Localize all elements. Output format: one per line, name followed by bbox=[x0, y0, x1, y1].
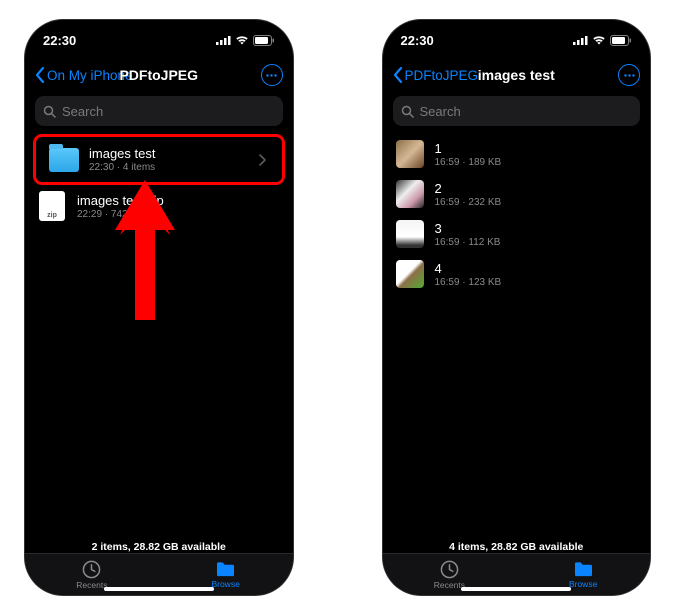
status-time: 22:30 bbox=[43, 33, 76, 48]
list-item[interactable]: 4 16:59 · 123 KB bbox=[383, 254, 651, 294]
search-icon bbox=[43, 105, 56, 118]
tab-label: Browse bbox=[569, 579, 597, 589]
battery-icon bbox=[253, 35, 275, 46]
item-sub: 22:29 · 742 KB bbox=[77, 209, 281, 220]
row-text: images test.zip 22:29 · 742 KB bbox=[77, 193, 281, 220]
search-placeholder: Search bbox=[420, 104, 461, 119]
phone-left: 22:30 On My iPhone PDFtoJPEG Search imag… bbox=[25, 20, 293, 595]
item-name: images test.zip bbox=[77, 193, 281, 208]
notch bbox=[96, 20, 221, 46]
list-item[interactable]: 1 16:59 · 189 KB bbox=[383, 134, 651, 174]
footer-status: 4 items, 28.82 GB available bbox=[383, 541, 651, 553]
list-item[interactable]: 2 16:59 · 232 KB bbox=[383, 174, 651, 214]
file-list: images test 22:30 · 4 items zip images t… bbox=[25, 134, 293, 227]
list-item-folder[interactable]: images test 22:30 · 4 items bbox=[37, 140, 278, 179]
item-name: 2 bbox=[435, 181, 639, 196]
tab-label: Browse bbox=[211, 579, 239, 589]
search-placeholder: Search bbox=[62, 104, 103, 119]
home-indicator[interactable] bbox=[104, 587, 214, 591]
nav-bar: PDFtoJPEG images test bbox=[383, 60, 651, 92]
chevron-right-icon bbox=[259, 154, 266, 166]
item-name: 3 bbox=[435, 221, 639, 236]
status-time: 22:30 bbox=[401, 33, 434, 48]
nav-bar: On My iPhone PDFtoJPEG bbox=[25, 60, 293, 92]
battery-icon bbox=[610, 35, 632, 46]
nav-title: images test bbox=[478, 67, 555, 83]
image-thumbnail bbox=[396, 140, 424, 168]
folder-icon bbox=[49, 148, 79, 172]
image-thumbnail bbox=[396, 180, 424, 208]
notch bbox=[454, 20, 579, 46]
list-item-zip[interactable]: zip images test.zip 22:29 · 742 KB bbox=[25, 185, 293, 227]
highlight-box: images test 22:30 · 4 items bbox=[33, 134, 285, 185]
row-text: 3 16:59 · 112 KB bbox=[435, 221, 639, 248]
chevron-left-icon bbox=[35, 67, 45, 83]
ellipsis-icon bbox=[266, 74, 277, 77]
back-button[interactable]: On My iPhone bbox=[35, 67, 133, 83]
row-text: 4 16:59 · 123 KB bbox=[435, 261, 639, 288]
row-text: 2 16:59 · 232 KB bbox=[435, 181, 639, 208]
status-icons bbox=[216, 35, 275, 46]
wifi-icon bbox=[235, 35, 249, 45]
row-text: 1 16:59 · 189 KB bbox=[435, 141, 639, 168]
search-icon bbox=[401, 105, 414, 118]
list-item[interactable]: 3 16:59 · 112 KB bbox=[383, 214, 651, 254]
zip-icon: zip bbox=[39, 191, 65, 221]
phone-right: 22:30 PDFtoJPEG images test Search 1 16:… bbox=[383, 20, 651, 595]
folder-icon bbox=[573, 561, 594, 578]
item-sub: 16:59 · 189 KB bbox=[435, 157, 639, 168]
item-sub: 16:59 · 112 KB bbox=[435, 237, 639, 248]
item-name: 4 bbox=[435, 261, 639, 276]
search-field[interactable]: Search bbox=[393, 96, 641, 126]
home-indicator[interactable] bbox=[461, 587, 571, 591]
clock-icon bbox=[82, 560, 101, 579]
nav-title: PDFtoJPEG bbox=[119, 67, 198, 83]
item-sub: 16:59 · 232 KB bbox=[435, 197, 639, 208]
back-button[interactable]: PDFtoJPEG bbox=[393, 67, 479, 83]
item-sub: 22:30 · 4 items bbox=[89, 162, 249, 173]
more-button[interactable] bbox=[618, 64, 640, 86]
back-label: PDFtoJPEG bbox=[405, 68, 479, 83]
image-thumbnail bbox=[396, 220, 424, 248]
more-button[interactable] bbox=[261, 64, 283, 86]
file-list: 1 16:59 · 189 KB 2 16:59 · 232 KB 3 16:5… bbox=[383, 134, 651, 294]
item-name: images test bbox=[89, 146, 249, 161]
image-thumbnail bbox=[396, 260, 424, 288]
chevron-left-icon bbox=[393, 67, 403, 83]
search-field[interactable]: Search bbox=[35, 96, 283, 126]
clock-icon bbox=[440, 560, 459, 579]
footer-status: 2 items, 28.82 GB available bbox=[25, 541, 293, 553]
item-name: 1 bbox=[435, 141, 639, 156]
status-icons bbox=[573, 35, 632, 46]
ellipsis-icon bbox=[624, 74, 635, 77]
row-text: images test 22:30 · 4 items bbox=[89, 146, 249, 173]
item-sub: 16:59 · 123 KB bbox=[435, 277, 639, 288]
folder-icon bbox=[215, 561, 236, 578]
wifi-icon bbox=[592, 35, 606, 45]
